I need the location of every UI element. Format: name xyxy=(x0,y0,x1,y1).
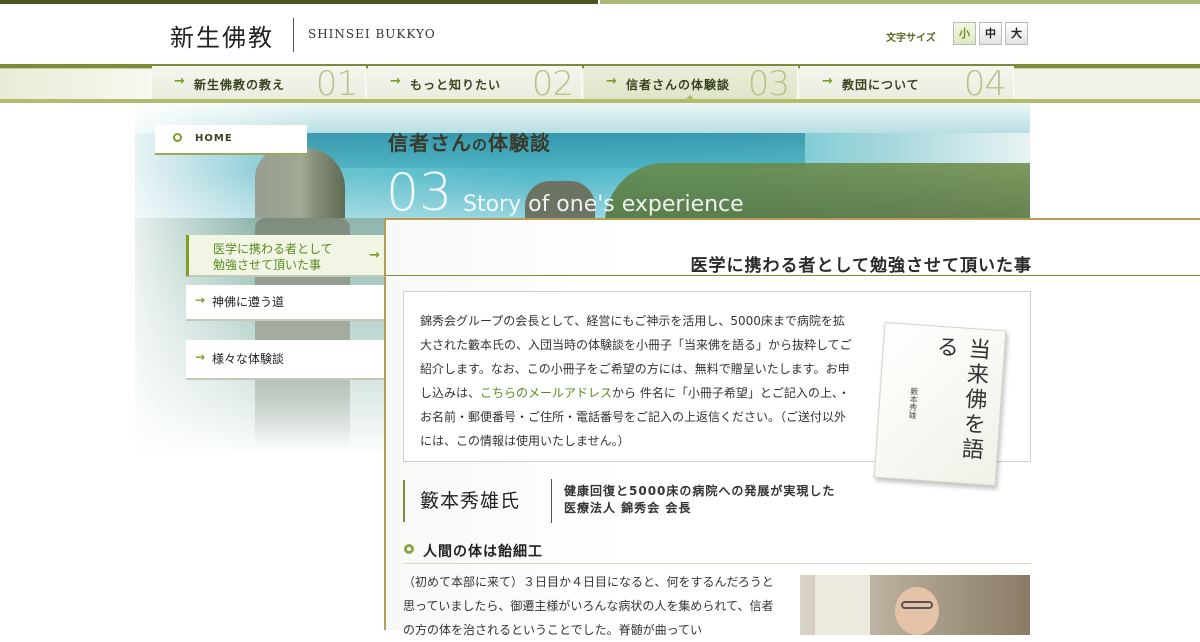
booklet-image: 当来佛を語る 籔本秀雄 xyxy=(873,321,1007,487)
home-link[interactable]: HOME xyxy=(155,125,307,155)
person-divider xyxy=(551,479,552,523)
title-underline xyxy=(386,275,1200,276)
arrow-right-icon: → xyxy=(195,350,206,364)
nav-item-learn-more[interactable]: → もっと知りたい 02 xyxy=(368,64,582,104)
nav-item-number: 04 xyxy=(963,64,1006,104)
booklet-title: 当来佛を語る xyxy=(932,334,991,464)
nav-item-experiences[interactable]: → 信者さんの体験談 03 xyxy=(584,64,798,104)
section-title: 人間の体は飴細工 xyxy=(423,544,543,560)
home-circle-icon xyxy=(173,133,182,142)
arrow-right-icon: → xyxy=(369,248,380,263)
hero-title: 信者さんの体験談 xyxy=(388,131,552,155)
hero-fade xyxy=(135,103,315,218)
nav-left-fill xyxy=(0,69,152,99)
nav-item-number: 03 xyxy=(747,64,790,104)
sidebar-item-various[interactable]: → 様々な体験談 xyxy=(186,340,384,380)
person-accent-bar xyxy=(403,480,405,522)
arrow-right-icon: → xyxy=(195,293,206,307)
section-underline xyxy=(403,563,1031,564)
nav-item-number: 01 xyxy=(315,64,358,104)
arrow-right-icon: → xyxy=(606,74,617,89)
nav-item-label: もっと知りたい xyxy=(410,78,502,92)
home-label: HOME xyxy=(195,133,233,144)
top-strip-light xyxy=(600,0,1200,4)
intro-text: 錦秀会グループの会長として、経営にもご神示を活用し、5000床まで病院を拡大され… xyxy=(420,314,852,448)
sidebar-item-path[interactable]: → 神佛に遵う道 xyxy=(186,285,384,321)
portrait-photo xyxy=(800,575,1030,635)
sidebar-item-label: 医学に携わる者として 勉強させて頂いた事 xyxy=(213,242,333,272)
booklet-author: 籔本秀雄 xyxy=(907,386,920,420)
nav-item-label: 教団について xyxy=(842,78,920,92)
photo-face xyxy=(895,587,939,635)
section-circle-icon xyxy=(404,544,414,554)
sidebar-item-medical[interactable]: 医学に携わる者として 勉強させて頂いた事 → xyxy=(186,235,384,277)
arrow-right-icon: → xyxy=(822,74,833,89)
site-logo-en: SHINSEI BUKKYO xyxy=(308,27,436,41)
arrow-right-icon: → xyxy=(174,74,185,89)
nav-item-number: 02 xyxy=(531,64,574,104)
content-top-border xyxy=(384,218,1200,220)
nav-item-teachings[interactable]: → 新生佛教の教え 01 xyxy=(152,64,366,104)
top-strip xyxy=(0,0,598,4)
content-left-border xyxy=(384,218,386,630)
font-size-medium-button[interactable]: 中 xyxy=(979,22,1002,45)
person-name: 籔本秀雄氏 xyxy=(420,490,521,512)
nav-item-label: 信者さんの体験談 xyxy=(626,78,731,92)
current-marker-icon xyxy=(684,95,696,101)
page-title: 医学に携わる者として勉強させて頂いた事 xyxy=(690,256,1032,276)
sidebar-item-label: 様々な体験談 xyxy=(212,352,285,366)
font-size-small-button[interactable]: 小 xyxy=(953,22,976,45)
site-logo[interactable]: 新生佛教 xyxy=(170,18,274,53)
email-link[interactable]: こちらのメールアドレス xyxy=(480,386,612,400)
font-size-label: 文字サイズ xyxy=(886,33,936,44)
arrow-right-icon: → xyxy=(390,74,401,89)
logo-divider xyxy=(293,18,294,52)
hero-number: 03 xyxy=(386,163,453,223)
person-description: 健康回復と5000床の病院への発展が実現した 医療法人 錦秀会 会長 xyxy=(564,484,836,515)
photo-scroll xyxy=(815,575,870,635)
nav-item-about[interactable]: → 教団について 04 xyxy=(800,64,1014,104)
font-size-large-button[interactable]: 大 xyxy=(1005,22,1028,45)
nav-item-label: 新生佛教の教え xyxy=(194,78,286,92)
hero-subtitle-en: Story of one's experience xyxy=(463,192,744,217)
sidebar-item-label: 神佛に遵う道 xyxy=(212,295,285,309)
photo-glasses xyxy=(901,601,933,609)
body-text: （初めて本部に来て）３日目か４日目になると、何をするんだろうと思っていましたら、… xyxy=(403,575,774,637)
